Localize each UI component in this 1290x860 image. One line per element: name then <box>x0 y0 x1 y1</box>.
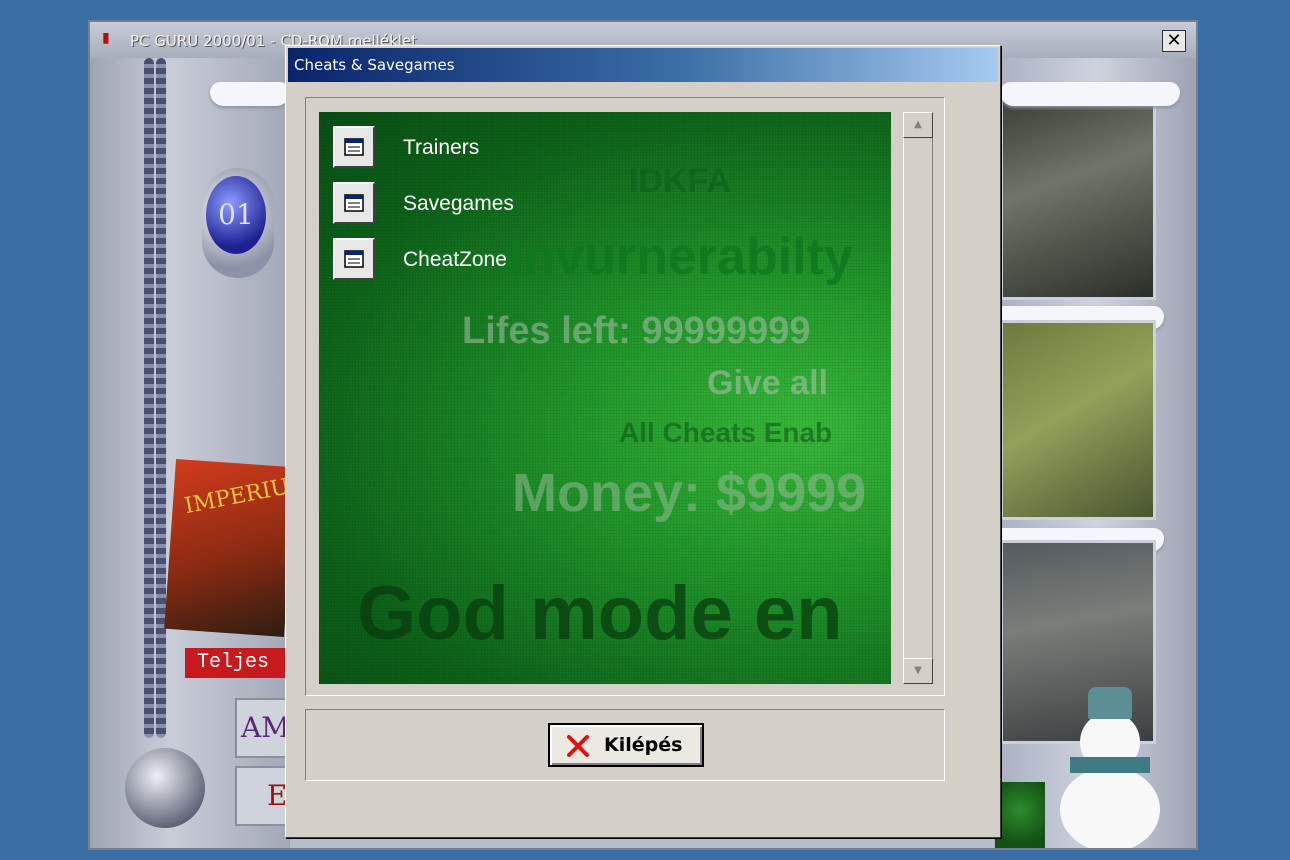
window-icon[interactable] <box>333 238 375 280</box>
decorative-text-lifes: Lifes left: 99999999 <box>462 310 811 352</box>
cheats-content-panel: IDKFA Invurnerabilty Lifes left: 9999999… <box>319 112 891 684</box>
menu-item-cheatzone[interactable]: CheatZone <box>333 238 573 280</box>
robot-badge: 01 <box>206 176 266 254</box>
menu-item-label[interactable]: Trainers <box>403 136 479 160</box>
window-icon[interactable] <box>333 182 375 224</box>
left-decoration: 01 IMPERIUM Teljes AMI E <box>90 58 313 848</box>
decorative-text-give-all: Give all <box>707 364 828 402</box>
decorative-text-idkfa: IDKFA <box>629 162 731 200</box>
exit-button-label: Kilépés <box>604 734 683 756</box>
snow-cap-decoration <box>1000 82 1180 106</box>
window-icon[interactable] <box>333 126 375 168</box>
snowman-hat-decoration <box>1088 687 1132 719</box>
decorative-text-god-mode: God mode en <box>357 571 843 656</box>
scroll-track[interactable] <box>903 138 933 658</box>
christmas-tree-decoration <box>995 782 1045 848</box>
snowman-decoration <box>1060 767 1160 848</box>
game-screenshot-3[interactable] <box>1000 540 1156 744</box>
vertical-scrollbar[interactable]: ▲ ▼ <box>903 112 933 684</box>
menu-item-trainers[interactable]: Trainers <box>333 126 573 168</box>
cheats-savegames-dialog: Cheats & Savegames IDKFA Invurnerabilty … <box>285 45 1001 838</box>
dialog-title: Cheats & Savegames <box>294 56 455 74</box>
game-screenshot-1[interactable] <box>1000 98 1156 300</box>
background-close-button[interactable]: ✕ <box>1162 30 1186 52</box>
exit-button[interactable]: Kilépés <box>548 723 704 767</box>
menu-item-label[interactable]: CheatZone <box>403 248 507 272</box>
dialog-titlebar[interactable]: Cheats & Savegames <box>288 48 998 82</box>
scroll-down-button[interactable]: ▼ <box>903 658 933 684</box>
game-box-image[interactable]: IMPERIUM <box>164 459 313 637</box>
menu-item-savegames[interactable]: Savegames <box>333 182 573 224</box>
snowman-scarf-decoration <box>1070 757 1150 773</box>
menu-item-label[interactable]: Savegames <box>403 192 514 216</box>
chain-decoration <box>144 58 154 738</box>
snow-cap-decoration <box>210 82 290 106</box>
full-version-tag[interactable]: Teljes <box>185 648 290 678</box>
decorative-text-money: Money: $9999 <box>512 463 867 523</box>
red-x-icon <box>567 735 589 757</box>
app-icon: ▮ <box>102 30 110 46</box>
game-screenshot-2[interactable] <box>1000 320 1156 520</box>
medallion-decoration <box>125 748 205 828</box>
chain-decoration <box>156 58 166 738</box>
decorative-text-all-cheats: All Cheats Enab <box>619 417 833 448</box>
scroll-up-button[interactable]: ▲ <box>903 112 933 138</box>
